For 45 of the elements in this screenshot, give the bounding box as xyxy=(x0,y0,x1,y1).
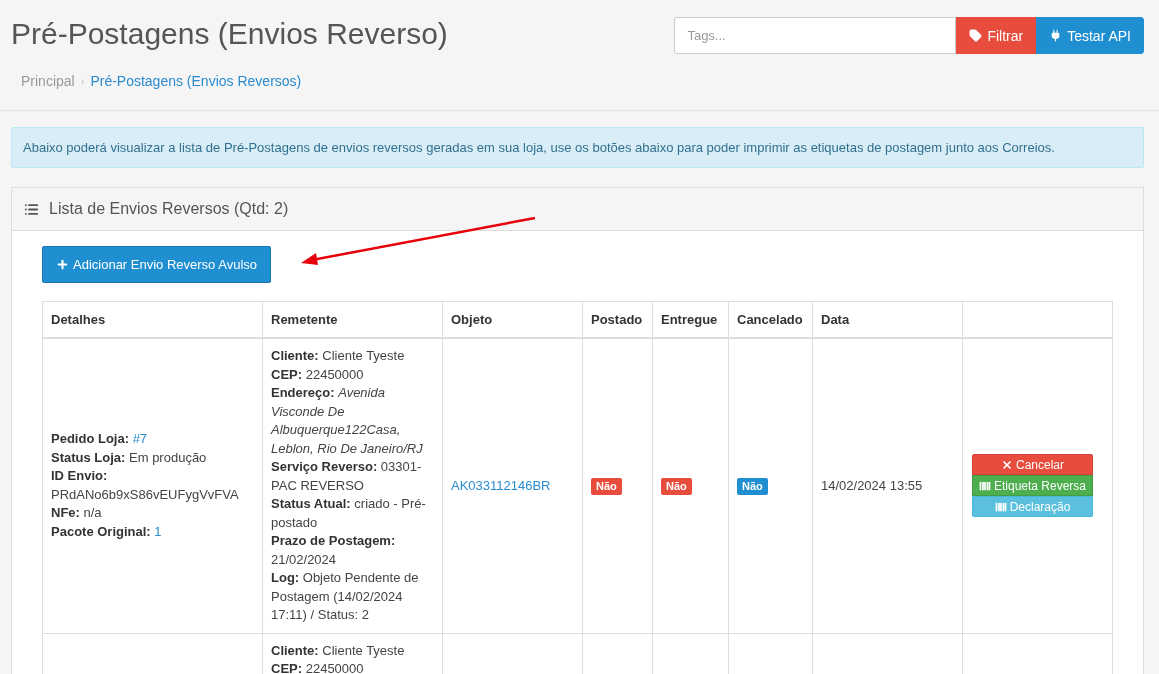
page-title: Pré-Postagens (Envios Reverso) xyxy=(11,17,448,51)
tag-icon xyxy=(969,29,983,42)
sender-line: CEP: 22450000 xyxy=(271,365,365,384)
sender-line: Cliente: Cliente Tyeste xyxy=(271,347,406,365)
sender-line: Status Atual: criado - Pré-postado xyxy=(271,495,427,532)
detail-line: NFe: n/a xyxy=(51,504,103,523)
detail-line: Pedido Loja: #7 xyxy=(51,430,149,449)
column-header: Postado xyxy=(582,301,653,338)
panel-title: Lista de Envios Reversos (Qtd: 2) xyxy=(49,200,289,218)
plus-icon xyxy=(56,258,69,271)
tags-field[interactable]: Tags... xyxy=(674,17,957,54)
cancel-button[interactable]: Cancelar xyxy=(972,454,1093,476)
date-text: 14/02/2024 13:55 xyxy=(821,477,923,493)
sender-line: Prazo de Postagem: 21/02/2024 xyxy=(271,532,397,569)
sender-line: Cliente: Cliente Tyeste xyxy=(271,641,406,660)
close-icon xyxy=(1001,458,1013,471)
detail-line: Status Loja: Em produção xyxy=(51,448,208,467)
column-header: Remetente xyxy=(262,301,443,338)
object-link[interactable]: AK033112146BR xyxy=(451,477,551,493)
list-icon xyxy=(24,201,39,217)
declaration-button[interactable]: Declaração xyxy=(972,496,1093,518)
column-header: Objeto xyxy=(442,301,583,338)
filter-button[interactable]: Filtrar xyxy=(956,17,1037,54)
breadcrumb-link[interactable]: Principal xyxy=(21,73,75,89)
status-badge: Não xyxy=(591,477,622,495)
column-header: Detalhes xyxy=(42,301,263,338)
detail-line: Pacote Original: 1 xyxy=(51,522,163,541)
column-header: Entregue xyxy=(652,301,729,338)
breadcrumb-link[interactable]: Pré-Postagens (Envios Reversos) xyxy=(90,73,302,89)
barcode-icon xyxy=(978,479,991,492)
status-badge: Não xyxy=(661,477,692,495)
label-button[interactable]: Etiqueta Reversa xyxy=(972,475,1093,497)
column-header: Data xyxy=(812,301,963,338)
status-badge: Não xyxy=(737,477,768,495)
sender-line: Log: Objeto Pendente de Postagem (14/02/2024 17:11) / Status: 2 xyxy=(271,569,420,624)
sender-line: Endereço: Avenida Visconde De Albuquerque122Casa, Leblon, Rio De Janeiro/RJ xyxy=(271,384,424,458)
detail-link[interactable]: #7 xyxy=(132,431,148,447)
test-api-button[interactable]: Testar API xyxy=(1036,17,1144,54)
add-button[interactable]: Adicionar Envio Reverso Avulso xyxy=(42,246,272,283)
sender-line: CEP: 22450000 xyxy=(271,660,365,674)
info-alert: Abaixo poderá visualizar a lista de Pré-Postagens de envios reversos geradas em sua loja, use os botões abaixo para poder imprimir as etiquetas de postagem junto aos Correios. xyxy=(11,127,1144,168)
breadcrumb-separator: › xyxy=(80,75,85,87)
barcode-icon xyxy=(994,500,1007,513)
column-header: Cancelado xyxy=(728,301,813,338)
detail-link[interactable]: 1 xyxy=(154,523,162,539)
